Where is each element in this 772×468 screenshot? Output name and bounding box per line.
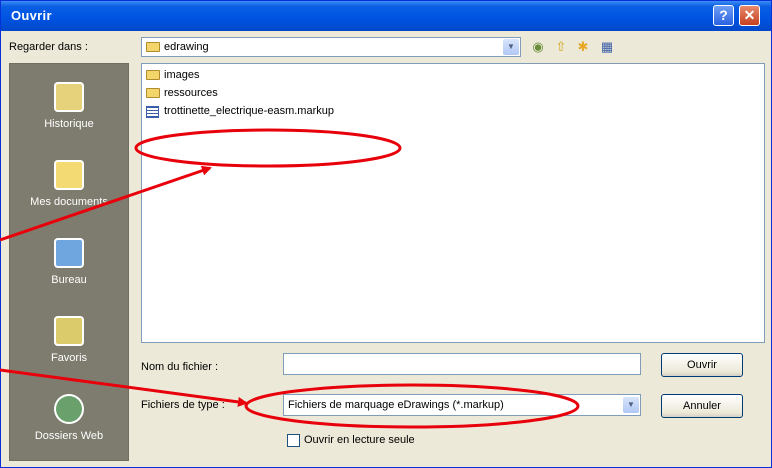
read-only-checkbox[interactable] — [287, 434, 300, 447]
folder-icon — [146, 88, 160, 98]
look-in-dropdown[interactable]: edrawing ▼ — [141, 37, 521, 57]
folder-icon — [146, 42, 160, 52]
open-dialog-window: Ouvrir ? ✕ Regarder dans : edrawing ▼ ◉ … — [0, 0, 772, 468]
look-in-label: Regarder dans : — [9, 41, 88, 53]
read-only-label: Ouvrir en lecture seule — [304, 434, 415, 446]
desktop-icon — [54, 238, 84, 268]
place-label: Historique — [44, 118, 94, 130]
chevron-down-icon[interactable]: ▼ — [623, 397, 639, 413]
open-button[interactable]: Ouvrir — [661, 353, 743, 377]
place-mes-documents[interactable]: Mes documents — [10, 154, 128, 230]
folder-icon — [146, 70, 160, 80]
place-label: Favoris — [50, 352, 88, 364]
close-button[interactable]: ✕ — [739, 5, 760, 26]
cancel-button[interactable]: Annuler — [661, 394, 743, 418]
place-label: Dossiers Web — [34, 430, 104, 442]
my-documents-icon — [54, 160, 84, 190]
markup-file-icon — [146, 106, 159, 118]
places-bar: Historique Mes documents Bureau Favoris … — [9, 63, 129, 461]
look-in-value: edrawing — [164, 41, 209, 53]
place-label: Mes documents — [30, 196, 108, 208]
place-label: Bureau — [51, 274, 87, 286]
file-name: images — [164, 69, 200, 81]
file-list[interactable]: images ressources trottinette_electrique… — [141, 63, 765, 343]
place-historique[interactable]: Historique — [10, 76, 128, 152]
new-folder-icon[interactable]: ✱ — [573, 37, 593, 57]
web-folders-icon — [54, 394, 84, 424]
history-icon — [54, 82, 84, 112]
title-bar[interactable]: Ouvrir ? ✕ — [1, 1, 771, 31]
back-icon[interactable]: ◉ — [528, 37, 548, 57]
window-title: Ouvrir — [11, 8, 52, 23]
place-favoris[interactable]: Favoris — [10, 310, 128, 386]
place-dossiers-web[interactable]: Dossiers Web — [10, 388, 128, 464]
views-menu-icon[interactable]: ▦ — [597, 37, 617, 57]
place-bureau[interactable]: Bureau — [10, 232, 128, 308]
chevron-down-icon[interactable]: ▼ — [503, 39, 519, 55]
file-name-input[interactable] — [283, 353, 641, 375]
file-name: ressources — [164, 87, 218, 99]
file-name-label: Nom du fichier : — [141, 361, 219, 373]
file-type-label: Fichiers de type : — [141, 399, 225, 411]
file-type-dropdown[interactable]: Fichiers de marquage eDrawings (*.markup… — [283, 394, 641, 416]
file-name: trottinette_electrique-easm.markup — [164, 105, 334, 117]
help-button[interactable]: ? — [713, 5, 734, 26]
favorites-icon — [54, 316, 84, 346]
file-type-value: Fichiers de marquage eDrawings (*.markup… — [288, 399, 504, 411]
up-folder-icon[interactable]: ⇧ — [551, 37, 571, 57]
